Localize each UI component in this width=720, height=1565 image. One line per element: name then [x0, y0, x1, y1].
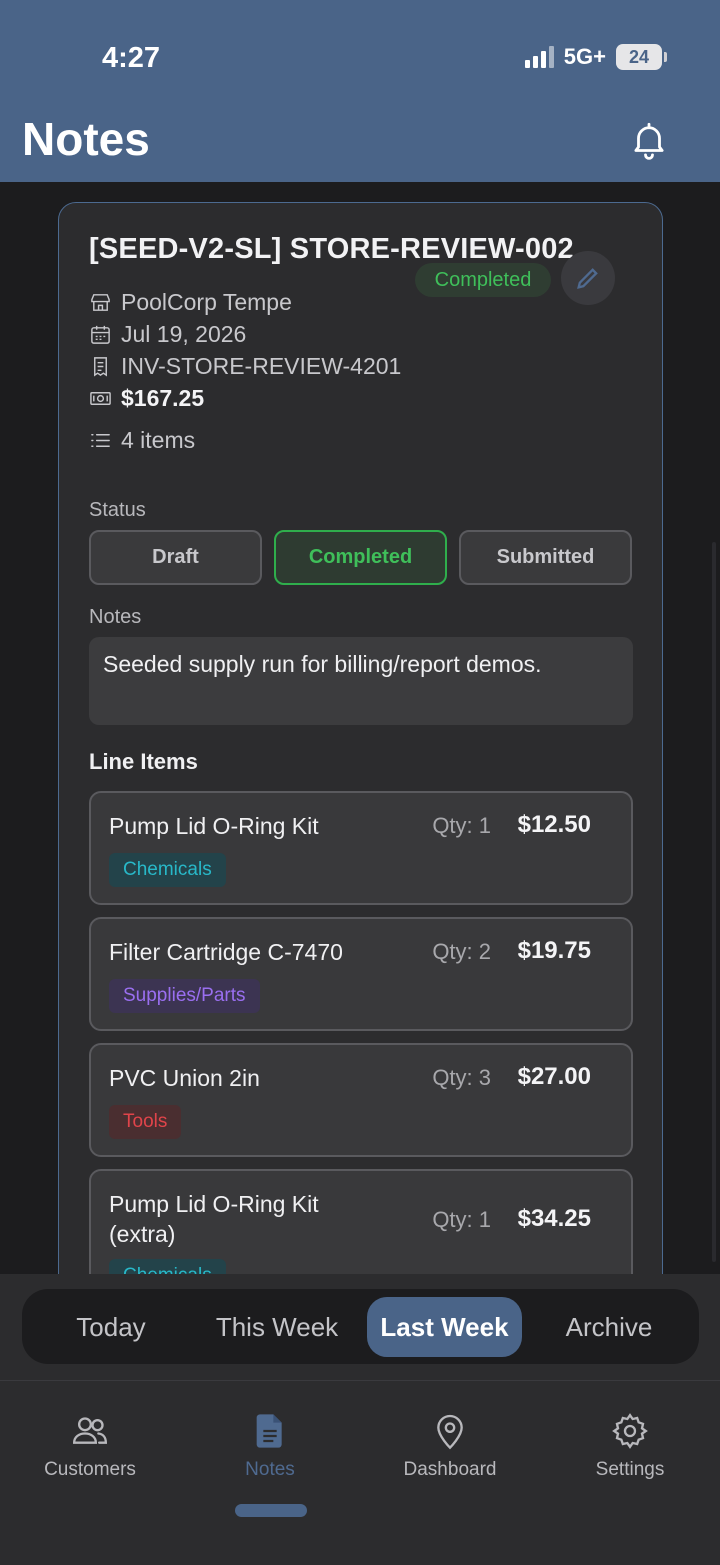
store-icon: [91, 294, 110, 311]
signal-icon: [524, 46, 554, 68]
gear-icon: [612, 1413, 648, 1449]
line-item-price: $34.25: [517, 1205, 591, 1232]
date-row: Jul 19, 2026: [89, 321, 246, 348]
line-item[interactable]: Pump Lid O-Ring Kit (extra) Qty: 1 $34.2…: [89, 1169, 633, 1274]
items-count: 4 items: [121, 427, 196, 453]
items-count-row: 4 items: [89, 427, 195, 454]
app-header: 4:27 5G+ 24 Notes: [0, 0, 720, 182]
segment-archive[interactable]: Archive: [528, 1297, 690, 1357]
tab-label: Settings: [595, 1459, 665, 1480]
invoice-row: INV-STORE-REVIEW-4201: [89, 353, 401, 380]
battery-icon: 24: [616, 44, 667, 70]
note-date: Jul 19, 2026: [121, 321, 247, 347]
document-icon: [256, 1414, 282, 1448]
note-title: [SEED-V2-SL] STORE-REVIEW-002: [89, 233, 574, 265]
tab-label: Dashboard: [403, 1459, 497, 1480]
tab-notes[interactable]: Notes: [180, 1411, 360, 1481]
category-tag: Chemicals: [109, 1259, 226, 1274]
line-item-name: PVC Union 2in: [109, 1065, 260, 1091]
note-card: [SEED-V2-SL] STORE-REVIEW-002 Completed …: [58, 202, 663, 1274]
receipt-icon: [94, 357, 107, 377]
status-indicators: 5G+ 24: [524, 44, 667, 70]
map-pin-icon: [437, 1414, 463, 1450]
status-badge: Completed: [415, 263, 551, 297]
category-tag: Tools: [109, 1105, 182, 1139]
notes-label: Notes: [89, 606, 142, 628]
tab-settings[interactable]: Settings: [540, 1411, 720, 1481]
bell-icon[interactable]: [628, 118, 670, 162]
cash-icon: [90, 392, 111, 405]
line-item-qty: Qty: 3: [432, 1065, 491, 1090]
users-icon: [72, 1417, 108, 1444]
date-filter-segmented: Today This Week Last Week Archive: [22, 1289, 699, 1364]
line-items-title: Line Items: [89, 749, 198, 774]
line-item-price: $27.00: [517, 1063, 591, 1090]
calendar-icon: [91, 325, 110, 344]
line-item-name: Filter Cartridge C-7470: [109, 939, 343, 965]
notes-field[interactable]: Seeded supply run for billing/report dem…: [89, 637, 633, 725]
scrollbar[interactable]: [712, 542, 716, 1262]
tab-label: Notes: [245, 1459, 295, 1480]
status-option-draft[interactable]: Draft: [89, 530, 262, 585]
network-type: 5G+: [563, 44, 606, 69]
store-row: PoolCorp Tempe: [89, 289, 292, 316]
segment-last-week[interactable]: Last Week: [367, 1297, 522, 1357]
category-tag: Supplies/Parts: [109, 979, 260, 1013]
line-item-price: $19.75: [517, 937, 591, 964]
tab-dashboard[interactable]: Dashboard: [360, 1411, 540, 1481]
store-name: PoolCorp Tempe: [121, 289, 292, 315]
pencil-icon: [577, 268, 598, 289]
status-time: 4:27: [102, 42, 161, 74]
line-item[interactable]: PVC Union 2in Qty: 3 $27.00 Tools: [89, 1043, 633, 1157]
tab-customers[interactable]: Customers: [0, 1411, 180, 1481]
status-label: Status: [89, 499, 146, 521]
status-option-submitted[interactable]: Submitted: [459, 530, 632, 585]
segment-this-week[interactable]: This Week: [196, 1297, 358, 1357]
home-indicator: [235, 1504, 307, 1517]
line-item-name: Pump Lid O-Ring Kit (extra): [109, 1191, 319, 1247]
line-item-qty: Qty: 1: [432, 813, 491, 838]
line-item[interactable]: Filter Cartridge C-7470 Qty: 2 $19.75 Su…: [89, 917, 633, 1031]
category-tag: Chemicals: [109, 853, 226, 887]
line-item-qty: Qty: 1: [432, 1207, 491, 1232]
amount-row: $167.25: [89, 385, 204, 412]
line-item-price: $12.50: [517, 811, 591, 838]
tab-label: Customers: [44, 1459, 136, 1480]
edit-button[interactable]: [561, 251, 615, 305]
notes-scroll-area[interactable]: [SEED-V2-SL] STORE-REVIEW-002 Completed …: [0, 182, 720, 1274]
list-icon: [91, 434, 110, 447]
line-item-name: Pump Lid O-Ring Kit: [109, 813, 319, 839]
tab-bar: Customers Notes Dashboard Settings: [0, 1380, 720, 1565]
date-filter-bar: Today This Week Last Week Archive: [0, 1274, 720, 1380]
invoice-number: INV-STORE-REVIEW-4201: [121, 353, 402, 379]
note-amount: $167.25: [121, 385, 205, 411]
status-option-completed[interactable]: Completed: [274, 530, 447, 585]
line-item-qty: Qty: 2: [432, 939, 491, 964]
page-title: Notes: [22, 113, 150, 165]
line-item[interactable]: Pump Lid O-Ring Kit Qty: 1 $12.50 Chemic…: [89, 791, 633, 905]
segment-today[interactable]: Today: [30, 1297, 192, 1357]
